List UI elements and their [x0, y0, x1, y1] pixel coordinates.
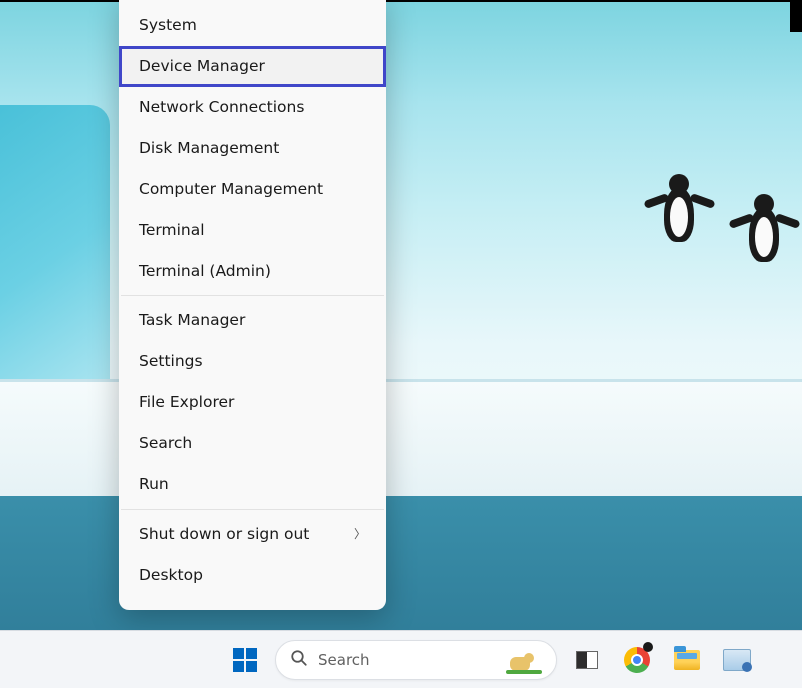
menu-separator: [121, 295, 384, 296]
crop-artifact: [790, 2, 802, 32]
menu-item-computer-management[interactable]: Computer Management: [119, 169, 386, 210]
search-icon: [290, 649, 308, 671]
task-view-button[interactable]: [567, 640, 607, 680]
taskbar-app-device-manager[interactable]: [717, 640, 757, 680]
menu-item-label: Search: [139, 433, 192, 454]
menu-item-label: Desktop: [139, 565, 203, 586]
taskbar: Search: [0, 630, 802, 688]
task-view-icon: [576, 651, 598, 669]
windows-logo-icon: [233, 648, 257, 672]
menu-item-label: Network Connections: [139, 97, 304, 118]
menu-item-label: Run: [139, 474, 169, 495]
menu-item-label: Shut down or sign out: [139, 524, 309, 545]
menu-item-label: System: [139, 15, 197, 36]
menu-item-terminal[interactable]: Terminal: [119, 210, 386, 251]
menu-item-label: Disk Management: [139, 138, 279, 159]
menu-item-device-manager[interactable]: Device Manager: [119, 46, 386, 87]
menu-item-terminal-admin[interactable]: Terminal (Admin): [119, 251, 386, 292]
taskbar-app-file-explorer[interactable]: [667, 640, 707, 680]
menu-separator: [121, 509, 384, 510]
menu-item-label: File Explorer: [139, 392, 234, 413]
menu-item-label: Terminal: [139, 220, 205, 241]
menu-item-label: Settings: [139, 351, 203, 372]
wallpaper-penguin: [652, 172, 707, 262]
menu-item-label: Task Manager: [139, 310, 245, 331]
menu-item-run[interactable]: Run: [119, 464, 386, 505]
notification-badge: [643, 642, 653, 652]
menu-item-label: Terminal (Admin): [139, 261, 271, 282]
chevron-right-icon: 〉: [354, 526, 366, 542]
menu-item-disk-management[interactable]: Disk Management: [119, 128, 386, 169]
search-placeholder: Search: [318, 651, 496, 669]
taskbar-app-chrome[interactable]: [617, 640, 657, 680]
winx-context-menu: System Device Manager Network Connections D…: [119, 0, 386, 610]
menu-item-shut-down-or-sign-out[interactable]: Shut down or sign out 〉: [119, 514, 386, 555]
menu-item-desktop[interactable]: Desktop: [119, 555, 386, 596]
menu-item-file-explorer[interactable]: File Explorer: [119, 382, 386, 423]
menu-item-label: Device Manager: [139, 56, 265, 77]
menu-item-network-connections[interactable]: Network Connections: [119, 87, 386, 128]
wallpaper-penguin: [737, 192, 792, 282]
search-highlight-icon: [506, 645, 542, 675]
menu-item-search[interactable]: Search: [119, 423, 386, 464]
menu-item-label: Computer Management: [139, 179, 323, 200]
menu-item-task-manager[interactable]: Task Manager: [119, 300, 386, 341]
device-manager-icon: [723, 649, 751, 671]
menu-item-system[interactable]: System: [119, 5, 386, 46]
menu-item-settings[interactable]: Settings: [119, 341, 386, 382]
taskbar-search[interactable]: Search: [275, 640, 557, 680]
start-button[interactable]: [225, 640, 265, 680]
folder-icon: [674, 650, 700, 670]
